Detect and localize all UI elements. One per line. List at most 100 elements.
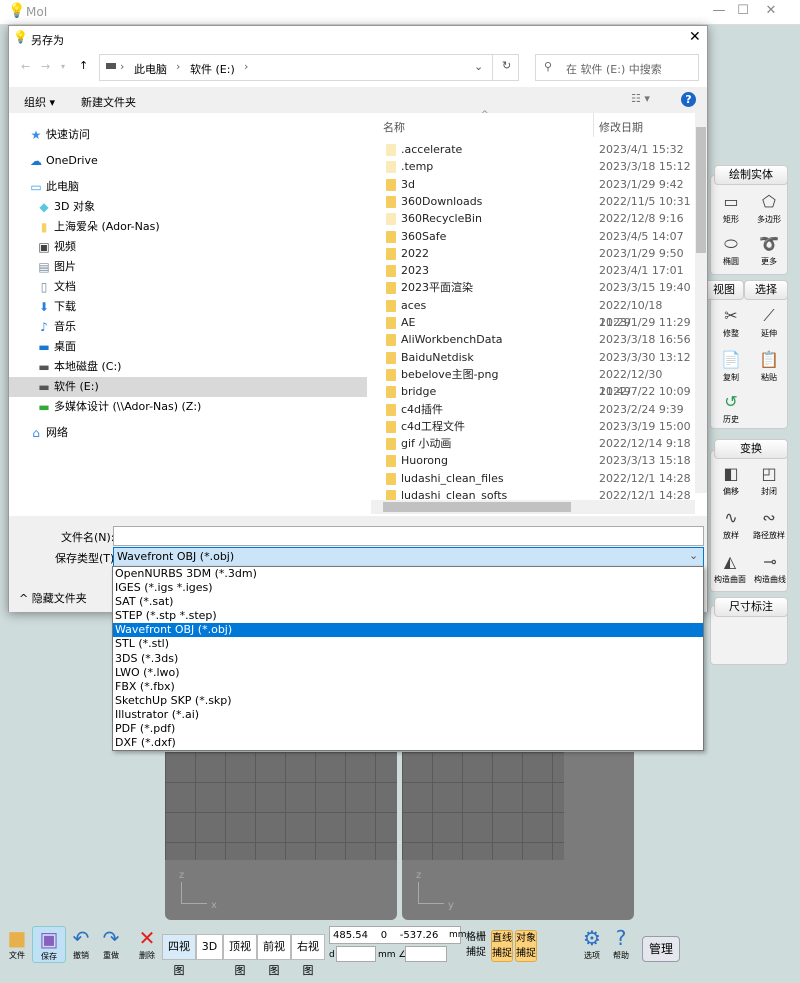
nav-item[interactable]: ▤ 图片 bbox=[9, 257, 367, 277]
trim-tool[interactable]: ✂ 修整 bbox=[712, 307, 750, 339]
breadcrumb-this-pc[interactable]: 此电脑 bbox=[134, 61, 167, 77]
file-row[interactable]: BaiduNetdisk 2023/3/30 13:12 bbox=[371, 349, 691, 366]
nav-item[interactable]: ▯ 文档 bbox=[9, 277, 367, 297]
nav-item[interactable]: ▮ 上海爱朵 (Ador-Nas) bbox=[9, 217, 367, 237]
file-row[interactable]: c4d插件 2023/2/24 9:39 bbox=[371, 401, 691, 418]
loft-tool[interactable]: ∿ 放样 bbox=[712, 509, 750, 541]
breadcrumb-drive-e[interactable]: 软件 (E:) bbox=[190, 61, 235, 77]
nav-item[interactable]: ▣ 视频 bbox=[9, 237, 367, 257]
history-tool[interactable]: ↺ 历史 bbox=[712, 393, 750, 425]
up-button[interactable]: ↑ bbox=[79, 59, 88, 72]
filetype-option[interactable]: SAT (*.sat) bbox=[113, 595, 703, 609]
file-row[interactable]: 360RecycleBin 2022/12/8 9:16 bbox=[371, 210, 691, 227]
close-app-button[interactable]: ✕ bbox=[756, 3, 786, 21]
organize-button[interactable]: 组织 ▾ bbox=[24, 94, 55, 110]
filetype-option[interactable]: OpenNURBS 3DM (*.3dm) bbox=[113, 567, 703, 581]
file-row[interactable]: .accelerate 2023/4/1 15:32 bbox=[371, 141, 691, 158]
view-four[interactable]: 四视图 bbox=[162, 934, 196, 977]
file-row[interactable]: ludashi_clean_files 2022/12/1 14:28 bbox=[371, 470, 691, 487]
grid-snap-toggle[interactable]: 格栅捕捉 bbox=[466, 930, 490, 960]
vertical-scrollbar[interactable] bbox=[695, 113, 707, 493]
column-header-date[interactable]: 修改日期 bbox=[599, 119, 643, 135]
nav-item[interactable]: ⌂ 网络 bbox=[9, 423, 367, 443]
file-row[interactable]: AE 2023/1/29 11:29 bbox=[371, 314, 691, 331]
filetype-option[interactable]: Wavefront OBJ (*.obj) bbox=[113, 623, 703, 638]
manage-button[interactable]: 管理 bbox=[642, 936, 680, 962]
filetype-option[interactable]: 3DS (*.3ds) bbox=[113, 652, 703, 666]
dialog-close-button[interactable]: ✕ bbox=[689, 29, 701, 45]
nav-item[interactable]: ♪ 音乐 bbox=[9, 317, 367, 337]
nav-item[interactable]: ▭ 此电脑 bbox=[9, 177, 367, 197]
recent-dropdown[interactable]: ▾ bbox=[61, 62, 65, 71]
filetype-option[interactable]: SketchUp SKP (*.skp) bbox=[113, 694, 703, 708]
draw-solid-header[interactable]: 绘制实体 bbox=[714, 165, 788, 185]
filetype-option[interactable]: DXF (*.dxf) bbox=[113, 736, 703, 750]
view-3d[interactable]: 3D bbox=[196, 934, 223, 960]
nav-item[interactable]: ★ 快速访问 bbox=[9, 125, 367, 145]
ellipse-tool[interactable]: ⬭ 椭圆 bbox=[712, 235, 750, 267]
viewport-front[interactable]: z x bbox=[165, 752, 397, 920]
filetype-option[interactable]: STEP (*.stp *.step) bbox=[113, 609, 703, 623]
distance-input[interactable] bbox=[336, 946, 376, 962]
filetype-option[interactable]: LWO (*.lwo) bbox=[113, 666, 703, 680]
coordinate-input[interactable]: 485.54 0 -537.26 bbox=[329, 926, 461, 944]
undo-button[interactable]: ↶ 撤销 bbox=[64, 926, 98, 961]
file-row[interactable]: bridge 2022/7/22 10:09 bbox=[371, 383, 691, 400]
construct-curve-tool[interactable]: ⊸ 构造曲线 bbox=[750, 553, 790, 585]
nav-item[interactable]: ⬇ 下载 bbox=[9, 297, 367, 317]
nav-item[interactable]: ▬ 桌面 bbox=[9, 337, 367, 357]
address-history-dropdown[interactable]: ⌄ bbox=[474, 60, 483, 73]
sweep-tool[interactable]: ∾ 路径放样 bbox=[750, 509, 788, 541]
paste-tool[interactable]: 📋 粘贴 bbox=[750, 351, 788, 383]
file-button[interactable]: ■ 文件 bbox=[0, 926, 34, 961]
polygon-tool[interactable]: ⬠ 多边形 bbox=[750, 193, 788, 225]
file-row[interactable]: bebelove主图-png 2022/12/30 11:49 bbox=[371, 366, 691, 398]
nav-item[interactable]: ▬ 软件 (E:) bbox=[9, 377, 367, 397]
nav-item[interactable]: ▬ 本地磁盘 (C:) bbox=[9, 357, 367, 377]
filetype-option[interactable]: FBX (*.fbx) bbox=[113, 680, 703, 694]
forward-button[interactable]: → bbox=[41, 60, 50, 73]
angle-input[interactable] bbox=[405, 946, 447, 962]
filetype-select[interactable]: Wavefront OBJ (*.obj) bbox=[113, 547, 704, 567]
file-row[interactable]: 2023平面渲染 2023/3/15 19:40 bbox=[371, 279, 691, 296]
scroll-thumb[interactable] bbox=[696, 127, 706, 253]
new-folder-button[interactable]: 新建文件夹 bbox=[81, 94, 136, 110]
file-row[interactable]: c4d工程文件 2023/3/19 15:00 bbox=[371, 418, 691, 435]
filetype-option[interactable]: STL (*.stl) bbox=[113, 637, 703, 651]
copy-tool[interactable]: 📄 复制 bbox=[712, 351, 750, 383]
file-row[interactable]: gif 小动画 2022/12/14 9:18 bbox=[371, 435, 691, 452]
horizontal-scrollbar[interactable] bbox=[371, 500, 695, 514]
extend-tool[interactable]: ⟋ 延伸 bbox=[750, 307, 788, 339]
viewport-right[interactable]: z y bbox=[402, 752, 634, 920]
search-box[interactable]: ⚲ 在 软件 (E:) 中搜索 bbox=[535, 54, 699, 81]
filetype-option[interactable]: PDF (*.pdf) bbox=[113, 722, 703, 736]
file-row[interactable]: Huorong 2023/3/13 15:18 bbox=[371, 452, 691, 469]
redo-button[interactable]: ↷ 重做 bbox=[94, 926, 128, 961]
rectangle-tool[interactable]: ▭ 矩形 bbox=[712, 193, 750, 225]
view-options-button[interactable]: ☷ ▾ bbox=[631, 92, 650, 105]
help-icon[interactable]: ? bbox=[681, 92, 696, 107]
cap-tool[interactable]: ◰ 封闭 bbox=[750, 465, 788, 497]
nav-item[interactable]: ☁ OneDrive bbox=[9, 151, 367, 171]
line-snap-toggle[interactable]: 直线捕捉 bbox=[491, 930, 513, 962]
hide-folders-button[interactable]: ^ 隐藏文件夹 bbox=[19, 590, 87, 606]
column-header-name[interactable]: 名称 bbox=[383, 119, 405, 135]
file-row[interactable]: 3d 2023/1/29 9:42 bbox=[371, 176, 691, 193]
object-snap-toggle[interactable]: 对象捕捉 bbox=[515, 930, 537, 962]
file-row[interactable]: AliWorkbenchData 2023/3/18 16:56 bbox=[371, 331, 691, 348]
view-front[interactable]: 前视图 bbox=[257, 934, 291, 977]
save-button[interactable]: ▣ 保存 bbox=[32, 926, 66, 963]
address-bar[interactable]: › 此电脑 › 软件 (E:) › ⌄ ↻ bbox=[99, 54, 519, 81]
nav-item[interactable]: ◆ 3D 对象 bbox=[9, 197, 367, 217]
construct-surface-tool[interactable]: ◭ 构造曲面 bbox=[710, 553, 750, 585]
nav-item[interactable]: ▬ 多媒体设计 (\\Ador-Nas) (Z:) bbox=[9, 397, 367, 417]
scroll-thumb[interactable] bbox=[383, 502, 571, 512]
delete-button[interactable]: ✕ 删除 bbox=[130, 926, 164, 961]
filename-input[interactable] bbox=[113, 526, 704, 546]
tab-view[interactable]: 视图 bbox=[704, 280, 744, 300]
dimension-header[interactable]: 尺寸标注 bbox=[714, 597, 788, 617]
back-button[interactable]: ← bbox=[21, 60, 30, 73]
file-row[interactable]: 2023 2023/4/1 17:01 bbox=[371, 262, 691, 279]
refresh-button[interactable]: ↻ bbox=[502, 59, 511, 72]
view-right[interactable]: 右视图 bbox=[291, 934, 325, 977]
